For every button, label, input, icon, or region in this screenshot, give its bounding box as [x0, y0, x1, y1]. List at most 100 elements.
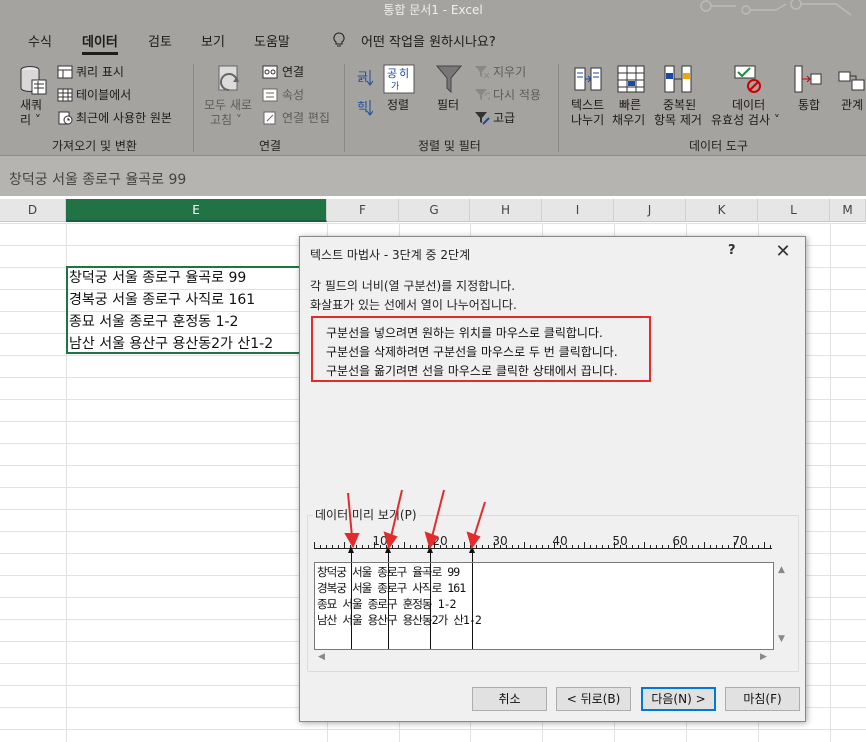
scroll-right-icon[interactable]: ▶	[760, 652, 767, 662]
ruler-tick	[596, 545, 597, 548]
sort-ascending-icon[interactable]: 긁	[357, 68, 373, 88]
preview-vertical-scrollbar[interactable]: ▲ ▼	[774, 562, 790, 650]
data-validation-icon[interactable]	[734, 64, 764, 94]
scroll-left-icon[interactable]: ◀	[318, 652, 325, 662]
tab-help[interactable]: 도움말	[254, 31, 290, 50]
scroll-down-icon[interactable]: ▼	[778, 634, 785, 644]
ruler-tick	[746, 545, 747, 548]
tab-view[interactable]: 보기	[201, 31, 225, 50]
connections-button[interactable]: 연결	[282, 65, 304, 79]
column-header-f[interactable]: F	[327, 199, 399, 222]
clear-button[interactable]: 지우기	[493, 65, 526, 79]
ruler-tick	[500, 545, 501, 548]
tell-me-search[interactable]: 어떤 작업을 원하시나요?	[361, 31, 496, 50]
scroll-up-icon[interactable]: ▲	[778, 565, 785, 575]
relationships-icon[interactable]	[838, 68, 866, 94]
edit-links-button[interactable]: 연결 편집	[282, 111, 330, 125]
ruler-tick	[326, 545, 327, 548]
column-break-stem	[430, 552, 431, 562]
tab-review[interactable]: 검토	[148, 31, 172, 50]
ruler-tick	[770, 545, 771, 548]
ruler-tick	[542, 545, 543, 548]
sort-button[interactable]: 정렬	[387, 98, 409, 112]
dialog-description-2: 화살표가 있는 선에서 열이 나누어집니다.	[310, 298, 517, 312]
instruction-line: 구분선을 넣으려면 원하는 위치를 마우스로 클릭합니다.	[326, 326, 603, 340]
instruction-line: 구분선을 옮기려면 선을 마우스로 클릭한 상태에서 끕니다.	[326, 364, 618, 378]
ruler-tick	[728, 545, 729, 548]
close-icon[interactable]: ✕	[768, 239, 798, 265]
tab-data[interactable]: 데이터	[82, 31, 118, 55]
dialog-description-1: 각 필드의 너비(열 구분선)를 지정합니다.	[310, 279, 516, 293]
column-header-e[interactable]: E	[66, 199, 327, 222]
preview-horizontal-scrollbar[interactable]: ◀ ▶	[314, 650, 774, 666]
next-button[interactable]: 다음(N) >	[641, 687, 716, 711]
column-break-line[interactable]	[388, 563, 389, 649]
preview-row: 종묘 서울 종로구 훈정동 1-2	[317, 597, 457, 611]
column-header-k[interactable]: K	[686, 199, 758, 222]
flash-fill-label: 채우기	[612, 113, 646, 127]
ruler-tick	[512, 545, 513, 548]
flash-fill-button[interactable]: 빠른	[619, 98, 641, 112]
column-break-line[interactable]	[351, 563, 352, 649]
sort-descending-icon[interactable]: 힉	[357, 98, 373, 118]
recent-sources-button[interactable]: 최근에 사용한 원본	[76, 111, 172, 125]
relationships-button[interactable]: 관계	[841, 98, 863, 112]
consolidate-button[interactable]: 통합	[798, 98, 820, 112]
ruler-tick	[554, 542, 555, 548]
group-label-data-tools: 데이터 도구	[689, 139, 749, 153]
text-import-wizard-dialog: 텍스트 마법사 - 3단계 중 2단계 ? ✕ 각 필드의 너비(열 구분선)를…	[299, 236, 806, 722]
reapply-button[interactable]: 다시 적용	[493, 88, 541, 102]
text-to-columns-label: 나누기	[571, 113, 605, 127]
filter-funnel-icon[interactable]	[436, 64, 462, 94]
column-header-d[interactable]: D	[0, 199, 66, 222]
column-header-g[interactable]: G	[399, 199, 470, 222]
refresh-all-button[interactable]: 모두 새로	[204, 98, 252, 112]
text-to-columns-button[interactable]: 텍스트	[571, 98, 604, 112]
column-header-m[interactable]: M	[830, 199, 866, 222]
ruler-tick	[392, 545, 393, 548]
show-queries-button[interactable]: 쿼리 표시	[76, 65, 124, 79]
refresh-all-dropdown[interactable]: 고침 ˅	[210, 113, 242, 127]
data-validation-dropdown[interactable]: 유효성 검사 ˅	[711, 113, 780, 127]
ruler-tick	[482, 545, 483, 548]
text-to-columns-icon[interactable]	[574, 64, 604, 94]
finish-button[interactable]: 마침(F)	[725, 687, 800, 711]
new-query-button[interactable]: 새쿼	[20, 98, 42, 112]
ruler-tick	[530, 545, 531, 548]
back-button[interactable]: < 뒤로(B)	[556, 687, 631, 711]
data-validation-button[interactable]: 데이터	[732, 98, 765, 112]
ruler-tick	[362, 545, 363, 548]
data-preview-box[interactable]: 창덕궁 서울 종로구 율곡로 99 경복궁 서울 종로구 사직로 161 종묘 …	[314, 562, 774, 650]
column-break-line[interactable]	[430, 563, 431, 649]
advanced-button[interactable]: 고급	[493, 111, 515, 125]
ruler-tick	[584, 542, 585, 548]
table-icon	[57, 88, 73, 102]
column-ruler[interactable]: 10 20 30 40 50 60 70	[314, 533, 774, 557]
column-header-h[interactable]: H	[470, 199, 542, 222]
column-header-j[interactable]: J	[614, 199, 686, 222]
refresh-all-icon[interactable]	[215, 64, 247, 96]
remove-duplicates-icon[interactable]	[664, 64, 694, 94]
column-break-line[interactable]	[472, 563, 473, 649]
help-button[interactable]: ?	[728, 243, 736, 258]
properties-button[interactable]: 속성	[282, 88, 304, 102]
from-table-button[interactable]: 테이블에서	[76, 88, 131, 102]
ruler-tick	[602, 545, 603, 548]
formula-bar-content[interactable]: 창덕궁 서울 종로구 율곡로 99	[9, 169, 186, 189]
ruler-tick	[410, 545, 411, 548]
ruler-tick	[446, 545, 447, 548]
ruler-tick	[752, 545, 753, 548]
remove-duplicates-button[interactable]: 중복된	[663, 98, 696, 112]
column-header-i[interactable]: I	[542, 199, 614, 222]
new-query-icon[interactable]	[18, 64, 48, 98]
column-header-l[interactable]: L	[758, 199, 830, 222]
cancel-button[interactable]: 취소	[472, 687, 547, 711]
sort-dialog-icon[interactable]: 공 히 가	[383, 64, 415, 94]
new-query-dropdown[interactable]: 리 ˅	[20, 113, 41, 127]
formula-bar[interactable]: 창덕궁 서울 종로구 율곡로 99	[0, 156, 866, 196]
consolidate-icon[interactable]	[794, 64, 824, 94]
tab-formulas[interactable]: 수식	[28, 31, 52, 50]
filter-button[interactable]: 필터	[437, 98, 459, 112]
column-break-stem	[472, 552, 473, 562]
flash-fill-icon[interactable]	[617, 64, 647, 94]
